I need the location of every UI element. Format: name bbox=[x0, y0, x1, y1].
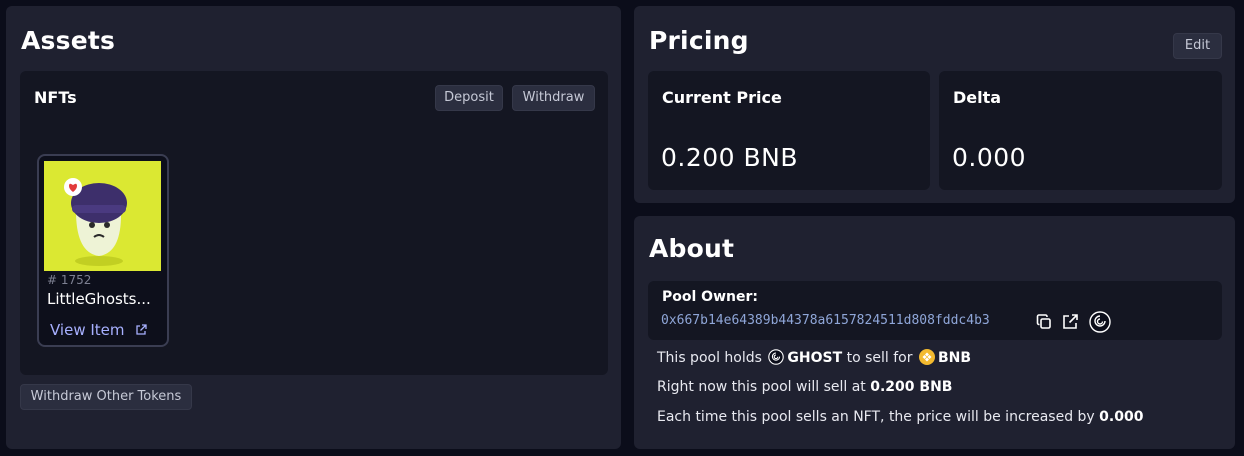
pricing-title: Pricing bbox=[649, 26, 749, 55]
sell-price-value: 0.200 BNB bbox=[870, 379, 953, 395]
about-panel: About Pool Owner: 0x667b14e64389b44378a6… bbox=[634, 216, 1235, 449]
current-price-card: Current Price 0.200 BNB bbox=[648, 71, 930, 190]
nfts-title: NFTs bbox=[34, 88, 77, 107]
ghost-token-symbol: GHOST bbox=[787, 350, 843, 366]
nfts-section: NFTs Deposit Withdraw # 1752 LittleGhost… bbox=[20, 71, 608, 375]
pricing-panel: Pricing Edit Current Price 0.200 BNB Del… bbox=[634, 6, 1235, 203]
current-price-value: 0.200 BNB bbox=[661, 143, 799, 172]
pool-owner-address[interactable]: 0x667b14e64389b44378a6157824511d808fddc4… bbox=[661, 313, 990, 328]
pool-holds-middle: to sell for bbox=[846, 350, 913, 366]
pool-owner-box: Pool Owner: 0x667b14e64389b44378a6157824… bbox=[648, 281, 1222, 340]
pool-owner-label: Pool Owner: bbox=[662, 289, 758, 305]
view-item-link[interactable]: View Item bbox=[50, 321, 147, 340]
delta-value: 0.000 bbox=[952, 143, 1027, 172]
sell-price-line: Right now this pool will sell at 0.200 B… bbox=[657, 379, 952, 395]
price-increase-prefix: Each time this pool sells an NFT, the pr… bbox=[657, 409, 1095, 425]
nft-image bbox=[44, 161, 161, 271]
nft-token-id: # 1752 bbox=[47, 273, 92, 287]
pool-holds-prefix: This pool holds bbox=[657, 350, 762, 366]
bnb-symbol: BNB bbox=[937, 350, 972, 366]
view-item-label: View Item bbox=[50, 321, 125, 339]
ghost-illustration bbox=[44, 161, 161, 271]
withdraw-other-tokens-button[interactable]: Withdraw Other Tokens bbox=[20, 384, 192, 410]
deposit-button[interactable]: Deposit bbox=[435, 85, 503, 111]
delta-card: Delta 0.000 bbox=[939, 71, 1222, 190]
about-title: About bbox=[649, 234, 735, 263]
ghost-collection-icon[interactable] bbox=[1089, 311, 1111, 333]
bnb-icon bbox=[918, 349, 935, 365]
current-price-label: Current Price bbox=[662, 88, 782, 107]
pool-holds-line: This pool holds GHOST to sell for BNB bbox=[657, 349, 971, 366]
price-increase-value: 0.000 bbox=[1099, 409, 1144, 425]
price-increase-line: Each time this pool sells an NFT, the pr… bbox=[657, 409, 1143, 425]
withdraw-button[interactable]: Withdraw bbox=[512, 85, 595, 111]
external-link-icon[interactable] bbox=[1061, 313, 1079, 331]
assets-panel: Assets NFTs Deposit Withdraw # 1752 Litt… bbox=[6, 6, 621, 449]
assets-title: Assets bbox=[21, 26, 116, 55]
edit-button[interactable]: Edit bbox=[1173, 33, 1222, 59]
delta-label: Delta bbox=[953, 88, 1002, 107]
sell-price-prefix: Right now this pool will sell at bbox=[657, 379, 866, 395]
nft-name: LittleGhosts... bbox=[47, 290, 151, 308]
external-link-icon bbox=[135, 322, 147, 340]
copy-icon[interactable] bbox=[1035, 313, 1053, 331]
ghost-token-icon bbox=[768, 349, 785, 365]
nft-card[interactable]: # 1752 LittleGhosts... View Item bbox=[37, 154, 169, 347]
